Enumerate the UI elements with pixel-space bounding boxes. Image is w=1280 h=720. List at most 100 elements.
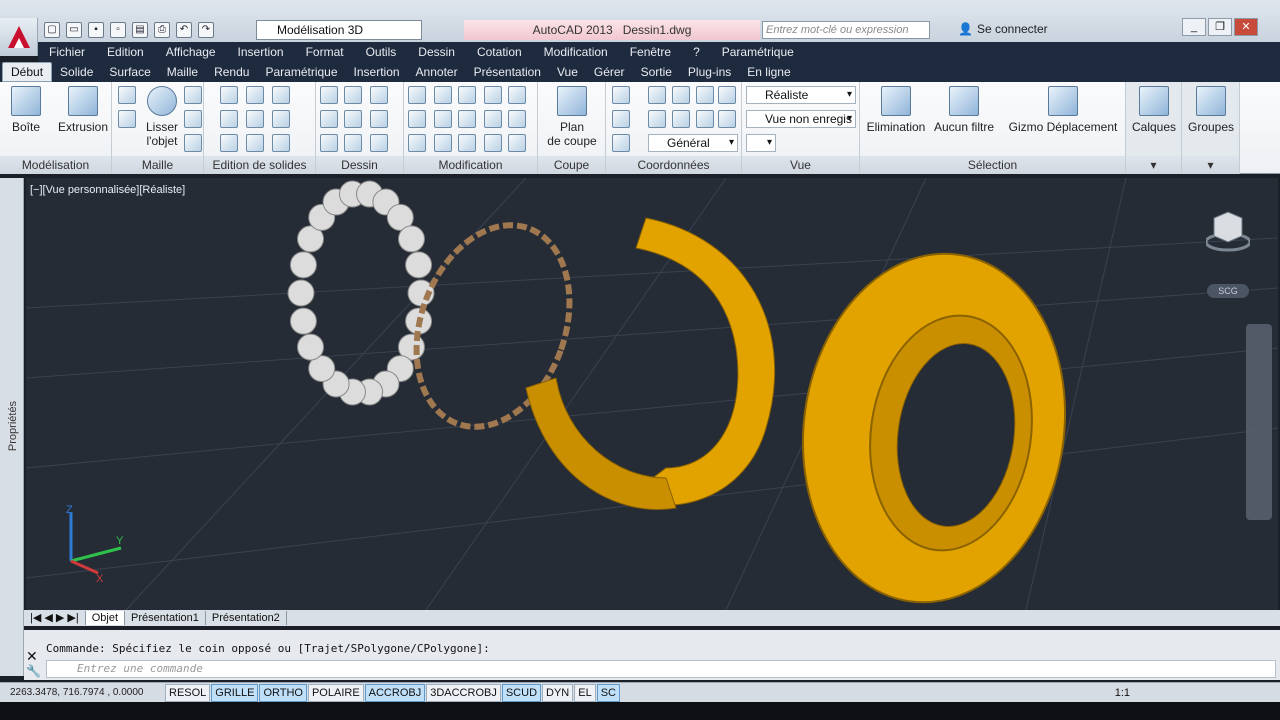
- undo-icon[interactable]: ↶: [176, 22, 192, 38]
- move-3d-icon[interactable]: [458, 86, 476, 104]
- publish-icon[interactable]: ▤: [132, 22, 148, 38]
- ribbon-tab-11[interactable]: Sortie: [633, 63, 680, 81]
- intersect-icon[interactable]: [220, 134, 238, 152]
- menu-item-7[interactable]: Cotation: [466, 42, 533, 62]
- status-toggle-grille[interactable]: GRILLE: [211, 683, 259, 702]
- circle-icon[interactable]: [370, 110, 388, 128]
- panel-title-modification[interactable]: Modification: [404, 156, 537, 174]
- properties-label[interactable]: Propriétés: [7, 391, 19, 461]
- helix-icon[interactable]: [344, 86, 362, 104]
- panel-title-maille[interactable]: Maille: [112, 156, 203, 174]
- mirror-3d-icon[interactable]: [408, 86, 426, 104]
- ribbon-tab-1[interactable]: Solide: [52, 63, 101, 81]
- redo-icon[interactable]: ↷: [198, 22, 214, 38]
- viewport-controls-label[interactable]: [−][Vue personnalisée][Réaliste]: [30, 184, 185, 196]
- close-button[interactable]: ✕: [1234, 18, 1258, 36]
- menu-item-10[interactable]: ?: [682, 42, 711, 62]
- mesh-primitive-icon[interactable]: [118, 110, 136, 128]
- ribbon-tab-9[interactable]: Vue: [549, 63, 586, 81]
- smooth-more-icon[interactable]: [184, 86, 202, 104]
- ucs-dropdown[interactable]: Général: [648, 134, 738, 152]
- ribbon-tab-10[interactable]: Gérer: [586, 63, 633, 81]
- rotate-3d-icon[interactable]: [434, 86, 452, 104]
- sign-in-button[interactable]: 👤 Se connecter: [958, 22, 1048, 36]
- ribbon-tab-0[interactable]: Début: [2, 62, 53, 82]
- coordinates-readout[interactable]: 2263.3478, 716.7974 , 0.0000: [0, 687, 165, 698]
- move-gizmo-button[interactable]: Gizmo Déplacement: [1008, 86, 1118, 134]
- ucs-z-icon[interactable]: [718, 86, 736, 104]
- mesh-icon[interactable]: [118, 86, 136, 104]
- menu-item-9[interactable]: Fenêtre: [619, 42, 682, 62]
- menu-item-6[interactable]: Dessin: [407, 42, 466, 62]
- panel-title-vue[interactable]: Vue: [742, 156, 859, 174]
- new-file-icon[interactable]: ▢: [44, 22, 60, 38]
- minimize-button[interactable]: _: [1182, 18, 1206, 36]
- fillet-edge-icon[interactable]: [246, 134, 264, 152]
- workspace-dropdown[interactable]: Modélisation 3D: [256, 20, 422, 40]
- wcs-menu-button[interactable]: SCG: [1207, 284, 1249, 298]
- save-as-icon[interactable]: ▫: [110, 22, 126, 38]
- erase-icon[interactable]: [408, 134, 426, 152]
- polyline-icon[interactable]: [320, 86, 338, 104]
- status-toggle-sc[interactable]: SC: [596, 683, 620, 702]
- status-toggle-3daccrobj[interactable]: 3DACCROBJ: [426, 683, 501, 702]
- status-toggle-accrobj[interactable]: ACCROBJ: [364, 683, 426, 702]
- ribbon-tab-13[interactable]: En ligne: [739, 63, 798, 81]
- spline-icon[interactable]: [320, 110, 338, 128]
- menu-item-3[interactable]: Insertion: [227, 42, 295, 62]
- application-menu-button[interactable]: [0, 18, 38, 56]
- bearing-3d-scene[interactable]: Z Y X: [26, 178, 1278, 610]
- status-toggle-polaire[interactable]: POLAIRE: [307, 683, 364, 702]
- annotation-scale[interactable]: 1:1: [1115, 687, 1280, 699]
- ribbon-tab-12[interactable]: Plug-ins: [680, 63, 739, 81]
- menu-item-1[interactable]: Edition: [96, 42, 155, 62]
- join-icon[interactable]: [508, 134, 526, 152]
- explode-icon[interactable]: [434, 134, 452, 152]
- extract-edges-icon[interactable]: [246, 86, 264, 104]
- layout-tab-2[interactable]: Présentation2: [206, 611, 287, 625]
- union-icon[interactable]: [220, 86, 238, 104]
- ucs-view-icon[interactable]: [672, 110, 690, 128]
- no-filter-button[interactable]: Aucun filtre: [932, 86, 996, 134]
- ucs-3point-icon[interactable]: [648, 110, 666, 128]
- panel-title-solides[interactable]: Edition de solides: [204, 156, 315, 174]
- open-file-icon[interactable]: ▭: [66, 22, 82, 38]
- menu-item-2[interactable]: Affichage: [155, 42, 227, 62]
- separate-icon[interactable]: [246, 110, 264, 128]
- ucs-x-icon[interactable]: [672, 86, 690, 104]
- section-plane-button[interactable]: Plan de coupe: [546, 86, 598, 148]
- taper-faces-icon[interactable]: [272, 110, 290, 128]
- layout-tab-0[interactable]: Objet: [85, 611, 126, 625]
- panel-title-coordonnees[interactable]: Coordonnées: [606, 156, 741, 174]
- refine-icon[interactable]: [184, 134, 202, 152]
- ellipse-icon[interactable]: [370, 134, 388, 152]
- menu-item-4[interactable]: Format: [295, 42, 355, 62]
- panel-title-modelisation[interactable]: Modélisation: [0, 156, 111, 174]
- layers-expand[interactable]: ▾: [1126, 156, 1181, 174]
- search-input[interactable]: Entrez mot-clé ou expression: [762, 21, 930, 39]
- fillet-icon[interactable]: [458, 134, 476, 152]
- trim-icon[interactable]: [508, 86, 526, 104]
- ribbon-tab-8[interactable]: Présentation: [466, 63, 549, 81]
- close-icon[interactable]: ✕: [26, 648, 38, 665]
- ribbon-tab-3[interactable]: Maille: [159, 63, 206, 81]
- ribbon-tab-5[interactable]: Paramétrique: [257, 63, 345, 81]
- status-toggle-el[interactable]: EL: [574, 683, 596, 702]
- stretch-icon[interactable]: [508, 110, 526, 128]
- extrude-faces-icon[interactable]: [272, 86, 290, 104]
- restore-button[interactable]: ❐: [1208, 18, 1232, 36]
- command-input[interactable]: Entrez une commande: [46, 660, 1276, 678]
- ucs-object-icon[interactable]: [696, 110, 714, 128]
- polygon-icon[interactable]: [320, 134, 338, 152]
- panel-title-selection[interactable]: Sélection: [860, 156, 1125, 174]
- menu-item-0[interactable]: Fichier: [38, 42, 96, 62]
- status-toggle-dyn[interactable]: DYN: [542, 683, 574, 702]
- chamfer-icon[interactable]: [484, 134, 502, 152]
- array-icon[interactable]: [434, 110, 452, 128]
- ribbon-tab-6[interactable]: Insertion: [346, 63, 408, 81]
- navigation-bar[interactable]: [1246, 324, 1272, 520]
- status-toggle-ortho[interactable]: ORTHO: [259, 683, 307, 702]
- menu-item-5[interactable]: Outils: [355, 42, 408, 62]
- save-icon[interactable]: ▪: [88, 22, 104, 38]
- groups-expand[interactable]: ▾: [1182, 156, 1239, 174]
